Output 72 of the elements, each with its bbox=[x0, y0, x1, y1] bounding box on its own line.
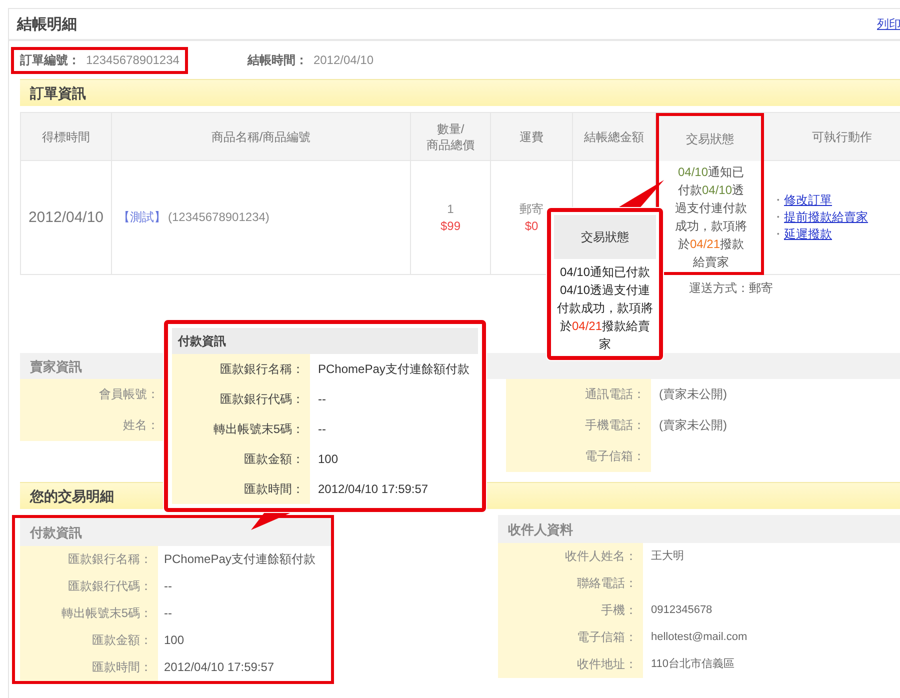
column-header: 結帳總金額 bbox=[573, 113, 656, 161]
quantity: 1 bbox=[447, 202, 454, 216]
summary-value: 2012/04/10 bbox=[313, 52, 374, 68]
page-title: 結帳明細 bbox=[17, 16, 77, 32]
field-value: PChomePay支付連餘額付款 bbox=[164, 552, 316, 567]
field-label: 匯款時間： bbox=[172, 474, 310, 504]
field-label: 收件人姓名： bbox=[498, 543, 643, 570]
section-title: 訂單資訊 bbox=[30, 86, 86, 100]
field-value: 0912345678 bbox=[651, 603, 712, 618]
column-header: 運費 bbox=[491, 113, 573, 161]
field-value: -- bbox=[318, 422, 326, 436]
column-header: 可執行動作 bbox=[764, 113, 900, 161]
print-link[interactable]: 列印 bbox=[877, 16, 900, 32]
field-label: 匯款銀行代碼： bbox=[172, 384, 310, 414]
field-label: 匯款金額： bbox=[20, 627, 158, 654]
bullet: ・ bbox=[772, 210, 784, 225]
field-label: 匯款銀行名稱： bbox=[172, 354, 310, 384]
shipping-method: 郵寄 bbox=[520, 202, 544, 216]
bullet: ・ bbox=[772, 227, 784, 242]
summary-value: 12345678901234 bbox=[86, 52, 180, 68]
action-link[interactable]: 延遲撥款 bbox=[784, 227, 832, 242]
field-value: (賣家未公開) bbox=[659, 418, 727, 433]
summary-label: 結帳時間： bbox=[247, 52, 308, 68]
field-label: 聯絡電話： bbox=[498, 570, 643, 597]
field-value: PChomePay支付連餘額付款 bbox=[318, 362, 470, 376]
shipping-note: 運送方式：郵寄 bbox=[689, 280, 773, 296]
field-label: 姓名： bbox=[20, 410, 165, 441]
field-value: -- bbox=[164, 579, 172, 594]
panel-title: 收件人資料 bbox=[508, 522, 573, 536]
shipping-fee: $0 bbox=[524, 218, 538, 234]
product-tag-link[interactable]: 【測試】 bbox=[118, 210, 166, 225]
field-label: 收件地址： bbox=[498, 651, 643, 678]
section-title: 賣家資訊 bbox=[30, 358, 82, 374]
total-price: $99 bbox=[440, 218, 461, 234]
summary-label: 訂單編號： bbox=[20, 52, 80, 68]
section-title: 您的交易明細 bbox=[30, 488, 114, 504]
field-value: 100 bbox=[318, 452, 338, 466]
panel-title: 付款資訊 bbox=[30, 524, 82, 540]
field-label: 手機： bbox=[498, 597, 643, 624]
status-text: 04/10通知已付款04/10透過支付連付款成功，款項將於04/21撥款給賣家 bbox=[674, 164, 748, 270]
bullet: ・ bbox=[772, 193, 784, 208]
field-label: 手機電話： bbox=[506, 410, 651, 441]
field-label: 通訊電話： bbox=[506, 379, 651, 410]
field-value: 100 bbox=[164, 633, 184, 648]
field-label: 會員帳號： bbox=[20, 379, 165, 410]
table-cell: 2012/04/10 bbox=[28, 210, 104, 225]
status-text: 04/10通知已付款 04/10透過支付連付款成功，款項將於04/21撥款給賣家 bbox=[556, 264, 654, 353]
field-value: -- bbox=[318, 392, 326, 406]
column-header: 數量/ 商品總價 bbox=[411, 113, 491, 161]
field-label: 轉出帳號末5碼： bbox=[20, 600, 158, 627]
field-value: 110台北市信義區 bbox=[651, 657, 735, 672]
field-value: (賣家未公開) bbox=[659, 387, 727, 402]
field-value: 2012/04/10 17:59:57 bbox=[318, 482, 428, 496]
action-link[interactable]: 提前撥款給賣家 bbox=[784, 210, 868, 225]
field-label: 匯款金額： bbox=[172, 444, 310, 474]
field-value: 王大明 bbox=[651, 549, 684, 564]
product-code: (12345678901234) bbox=[168, 210, 270, 225]
action-link[interactable]: 修改訂單 bbox=[784, 193, 832, 208]
field-value: -- bbox=[164, 606, 172, 621]
field-value: hellotest@mail.com bbox=[651, 630, 748, 645]
field-label: 匯款時間： bbox=[20, 654, 158, 681]
column-header: 得標時間 bbox=[21, 113, 112, 161]
field-value: 2012/04/10 17:59:57 bbox=[164, 660, 274, 675]
callout-title: 付款資訊 bbox=[178, 334, 226, 348]
field-label: 轉出帳號末5碼： bbox=[172, 414, 310, 444]
column-header: 交易狀態 bbox=[656, 113, 764, 161]
callout-title: 交易狀態 bbox=[581, 230, 629, 244]
field-label: 匯款銀行名稱： bbox=[20, 546, 158, 573]
field-label: 匯款銀行代碼： bbox=[20, 573, 158, 600]
field-label: 電子信箱： bbox=[498, 624, 643, 651]
column-header: 商品名稱/商品編號 bbox=[112, 113, 411, 161]
field-label: 電子信箱： bbox=[506, 441, 651, 472]
